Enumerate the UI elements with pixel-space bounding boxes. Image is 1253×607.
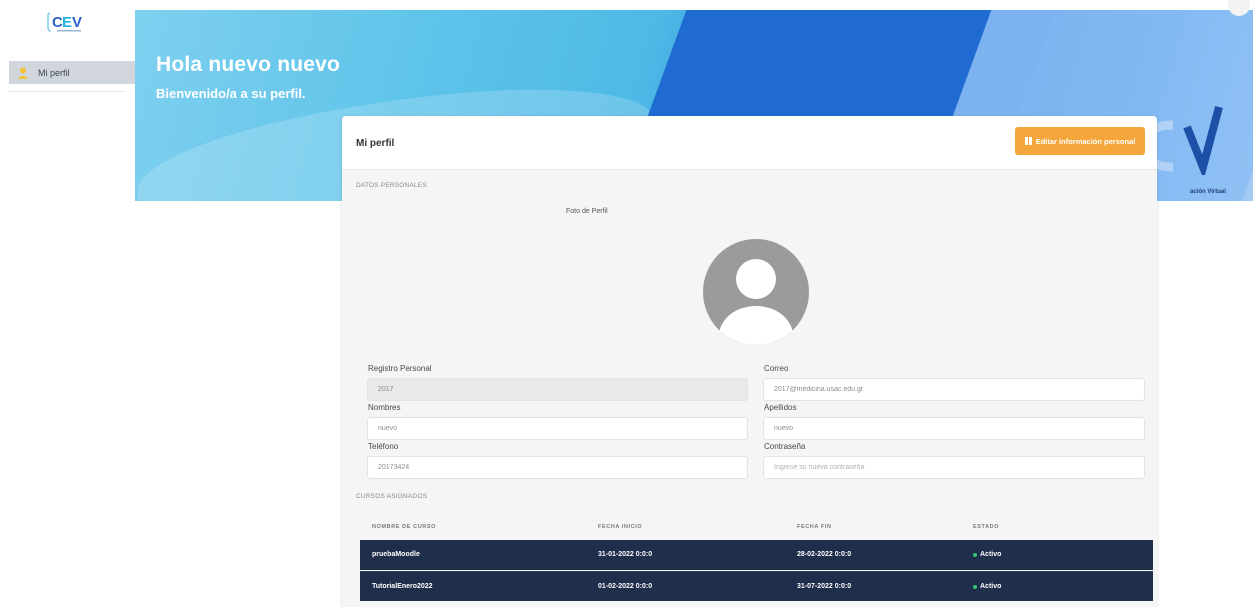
page: C E V Mi perfil Hola nuevo nuevo Bienven… [0,0,1253,607]
registro-label: Registro Personal [368,364,432,373]
password-input[interactable] [763,456,1145,479]
cev-logo: C E V [47,12,82,32]
start-date-cell: 01-02-2022 0:0:0 [598,583,653,590]
sidebar-divider [9,91,125,92]
card-header: Mi perfil Editar información personal [342,116,1157,170]
edit-button-label: Editar información personal [1035,136,1136,146]
profile-card: Mi perfil Editar información personal DA… [342,116,1157,607]
photo-label: Foto de Perfil [566,208,608,215]
table-header-row: NOMBRE DE CURSO FECHA INICIO FECHA FIN E… [360,516,1153,538]
column-header: NOMBRE DE CURSO [372,524,437,530]
contrasena-label: Contraseña [764,442,806,451]
welcome-subtitle: Bienvenido/a a su perfil. [156,86,306,101]
svg-text:E: E [62,14,72,31]
registro-input[interactable] [367,378,748,401]
table-row[interactable]: TutorialEnero2022 01-02-2022 0:0:0 31-07… [360,571,1153,601]
status-badge: Activo [973,551,1001,558]
sidebar-item-label: Mi perfil [38,67,70,78]
book-icon [1024,137,1032,145]
end-date-cell: 31-07-2022 0:0:0 [797,583,852,590]
nombres-input[interactable] [367,417,748,440]
apellidos-label: Apellidos [764,403,797,412]
edit-personal-info-button[interactable]: Editar información personal [1015,127,1145,155]
telefono-label: Teléfono [368,442,399,451]
status-dot-icon [973,584,977,589]
status-badge: Activo [973,583,1001,590]
correo-input[interactable] [763,378,1145,401]
column-header: FECHA INICIO [598,524,643,530]
course-name-cell: TutorialEnero2022 [372,583,433,590]
telefono-input[interactable] [367,456,748,479]
status-dot-icon [973,552,977,557]
user-icon [17,67,29,79]
column-header: ESTADO [973,524,1000,530]
sidebar-item-mi-perfil[interactable]: Mi perfil [9,61,135,84]
course-name-cell: pruebaMoodle [372,551,420,558]
status-text: Activo [980,551,1002,558]
section-assigned-courses: CURSOS ASIGNADOS [356,493,428,500]
correo-label: Correo [764,364,789,373]
greeting-title: Hola nuevo nuevo [156,53,341,76]
brand-tagline: ación Virtual [1190,189,1226,195]
column-header: FECHA FIN [797,524,832,530]
end-date-cell: 28-02-2022 0:0:0 [797,551,852,558]
apellidos-input[interactable] [763,417,1145,440]
card-title: Mi perfil [356,138,395,149]
status-text: Activo [980,583,1002,590]
svg-text:V: V [72,14,82,31]
sidebar: C E V Mi perfil [0,0,135,607]
start-date-cell: 31-01-2022 0:0:0 [598,551,653,558]
table-row[interactable]: pruebaMoodle 31-01-2022 0:0:0 28-02-2022… [360,540,1153,570]
avatar-placeholder-icon[interactable] [702,238,810,346]
nombres-label: Nombres [368,403,401,412]
section-personal-data: DATOS PERSONALES [356,182,427,189]
